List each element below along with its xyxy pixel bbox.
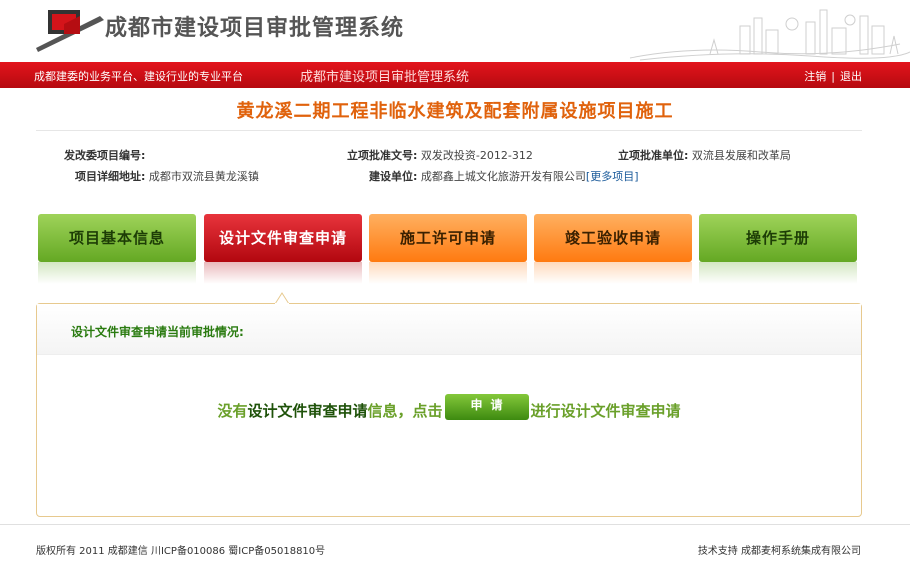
address-field: 项目详细地址: 成都市双流县黄龙溪镇 xyxy=(75,168,259,184)
project-title: 黄龙溪二期工程非临水建筑及配套附属设施项目施工 xyxy=(236,101,674,122)
footer-support: 技术支持 成都麦柯系统集成有限公司 xyxy=(697,546,861,557)
account-links: 注销 | 退出 xyxy=(804,68,862,84)
tab-design-review[interactable]: 设计文件审查申请 xyxy=(204,214,362,262)
ndrc-number-field: 发改委项目编号: xyxy=(64,147,145,163)
panel-header: 设计文件审查申请当前审批情况: xyxy=(37,304,861,355)
tab-manual[interactable]: 操作手册 xyxy=(699,214,857,262)
logo-icon xyxy=(36,10,104,52)
content-panel: 设计文件审查申请当前审批情况: 没有设计文件审查申请信息，点击 申请 进行设计文件审… xyxy=(36,303,862,517)
bar-title: 成都市建设项目审批管理系统 xyxy=(300,70,470,85)
empty-message: 没有设计文件审查申请信息，点击 申请 进行设计文件审查申请 xyxy=(37,393,861,421)
tab-construction-permit[interactable]: 施工许可申请 xyxy=(369,214,527,262)
address-value: 成都市双流县黄龙溪镇 xyxy=(148,170,259,183)
link-separator: | xyxy=(831,70,835,83)
skyline-decoration xyxy=(629,9,910,61)
tab-reflection xyxy=(534,262,692,284)
address-label: 项目详细地址: xyxy=(75,170,146,183)
more-projects-link[interactable]: [更多项目] xyxy=(586,170,639,183)
approval-doc-field: 立项批准文号: 双发改投资-2012-312 xyxy=(347,147,533,163)
ndrc-number-label: 发改委项目编号: xyxy=(64,149,146,162)
section-label: 设计文件审查申请当前审批情况: xyxy=(71,325,244,339)
builder-label: 建设单位: xyxy=(369,170,418,183)
divider xyxy=(36,130,862,131)
top-nav-bar: 成都建委的业务平台、建设行业的专业平台 成都市建设项目审批管理系统 注销 | 退出 xyxy=(0,62,910,88)
msg-suffix: 进行设计文件审查申请 xyxy=(530,402,681,420)
footer-divider xyxy=(0,524,910,525)
approval-unit-field: 立项批准单位: 双流县发展和改革局 xyxy=(618,147,791,163)
logout-link[interactable]: 注销 xyxy=(804,70,826,83)
approval-unit-value: 双流县发展和改革局 xyxy=(691,149,791,162)
exit-link[interactable]: 退出 xyxy=(840,70,862,83)
approval-doc-label: 立项批准文号: xyxy=(347,149,418,162)
builder-value: 成都鑫上城文化旅游开发有限公司 xyxy=(420,170,586,183)
slogan: 成都建委的业务平台、建设行业的专业平台 xyxy=(34,70,243,83)
tab-completion-acceptance[interactable]: 竣工验收申请 xyxy=(534,214,692,262)
msg-mid: 信息，点击 xyxy=(367,402,443,420)
builder-field: 建设单位: 成都鑫上城文化旅游开发有限公司[更多项目] xyxy=(369,168,639,184)
msg-prefix: 没有 xyxy=(217,402,248,420)
approval-unit-label: 立项批准单位: xyxy=(618,149,689,162)
approval-doc-value: 双发改投资-2012-312 xyxy=(420,149,533,162)
panel-pointer-icon xyxy=(275,292,289,306)
msg-subject: 设计文件审查申请 xyxy=(247,402,368,420)
header: 成都市建设项目审批管理系统 xyxy=(0,0,910,62)
footer-copyright: 版权所有 2011 成都建信 川ICP备010086 蜀ICP备05018810… xyxy=(36,546,326,557)
apply-button[interactable]: 申请 xyxy=(444,393,529,420)
tab-reflection xyxy=(204,262,362,284)
tab-reflection xyxy=(369,262,527,284)
system-title: 成都市建设项目审批管理系统 xyxy=(105,16,405,41)
tab-reflection xyxy=(38,262,196,284)
tab-project-info[interactable]: 项目基本信息 xyxy=(38,214,196,262)
tab-reflection xyxy=(699,262,857,284)
